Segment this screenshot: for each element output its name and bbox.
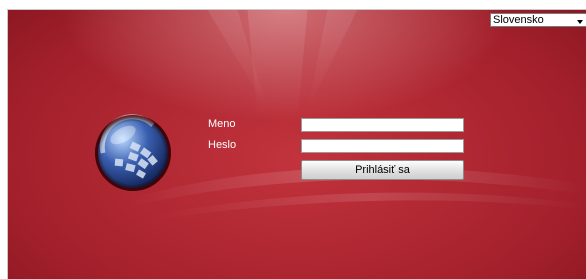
login-panel: Slovensko Meno Heslo Prihlásiť sa: [7, 9, 586, 279]
globe-logo-icon: [95, 114, 171, 191]
password-field[interactable]: [301, 139, 464, 153]
username-label: Meno: [208, 118, 236, 130]
login-button[interactable]: Prihlásiť sa: [301, 160, 464, 180]
password-label: Heslo: [208, 139, 237, 151]
language-select[interactable]: Slovensko: [490, 13, 586, 27]
username-field[interactable]: [301, 118, 464, 132]
chevron-down-icon: [577, 20, 583, 24]
language-select-value: Slovensko: [493, 14, 544, 26]
